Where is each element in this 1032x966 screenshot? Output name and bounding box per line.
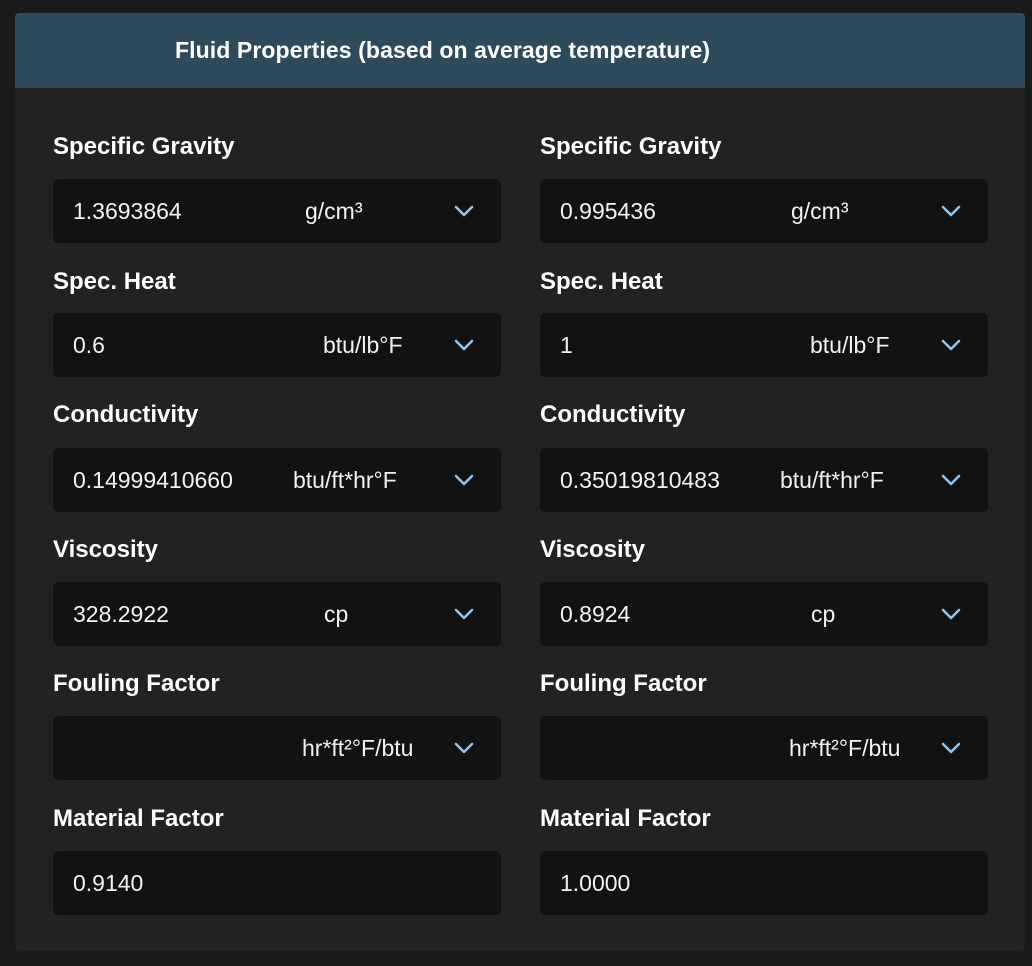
- material-factor-label: Material Factor: [53, 805, 224, 832]
- material-factor-label: Material Factor: [540, 805, 711, 832]
- spec-heat-label: Spec. Heat: [540, 268, 663, 295]
- viscosity-unit: cp: [324, 601, 349, 627]
- chevron-down-icon[interactable]: [453, 738, 475, 758]
- fouling-factor-field[interactable]: hr*ft²°F/btu: [540, 716, 988, 780]
- specific-gravity-value[interactable]: 1.3693864: [73, 179, 182, 243]
- viscosity-label: Viscosity: [540, 536, 645, 563]
- chevron-down-icon[interactable]: [940, 738, 962, 758]
- fouling-factor-label: Fouling Factor: [53, 670, 220, 697]
- spec-heat-unit: btu/lb°F: [810, 332, 890, 358]
- chevron-down-icon[interactable]: [940, 201, 962, 221]
- specific-gravity-label: Specific Gravity: [540, 133, 722, 160]
- specific-gravity-label: Specific Gravity: [53, 133, 235, 160]
- chevron-down-icon[interactable]: [940, 470, 962, 490]
- viscosity-field[interactable]: 0.8924 cp: [540, 582, 988, 646]
- chevron-down-icon[interactable]: [940, 604, 962, 624]
- specific-gravity-field[interactable]: 0.995436 g/cm³: [540, 179, 988, 243]
- viscosity-field[interactable]: 328.2922 cp: [53, 582, 501, 646]
- chevron-down-icon[interactable]: [453, 470, 475, 490]
- spec-heat-value[interactable]: 0.6: [73, 313, 105, 377]
- specific-gravity-unit: g/cm³: [305, 198, 363, 224]
- viscosity-unit: cp: [811, 601, 836, 627]
- spec-heat-label: Spec. Heat: [53, 268, 176, 295]
- conductivity-label: Conductivity: [540, 401, 686, 428]
- conductivity-unit: btu/ft*hr°F: [293, 467, 397, 493]
- material-factor-field[interactable]: 1.0000: [540, 851, 988, 915]
- conductivity-value[interactable]: 0.14999410660: [73, 448, 233, 512]
- material-factor-field[interactable]: 0.9140: [53, 851, 501, 915]
- viscosity-label: Viscosity: [53, 536, 158, 563]
- viscosity-value[interactable]: 0.8924: [560, 582, 630, 646]
- conductivity-value[interactable]: 0.35019810483: [560, 448, 720, 512]
- fluid-properties-panel: Fluid Properties (based on average tempe…: [15, 13, 1025, 951]
- material-factor-value[interactable]: 1.0000: [560, 851, 630, 915]
- panel-title: Fluid Properties (based on average tempe…: [175, 37, 711, 63]
- spec-heat-unit: btu/lb°F: [323, 332, 403, 358]
- fouling-factor-unit: hr*ft²°F/btu: [789, 735, 901, 761]
- chevron-down-icon[interactable]: [453, 335, 475, 355]
- conductivity-field[interactable]: 0.35019810483 btu/ft*hr°F: [540, 448, 988, 512]
- specific-gravity-value[interactable]: 0.995436: [560, 179, 656, 243]
- conductivity-label: Conductivity: [53, 401, 199, 428]
- conductivity-field[interactable]: 0.14999410660 btu/ft*hr°F: [53, 448, 501, 512]
- panel-header: Fluid Properties (based on average tempe…: [15, 13, 1025, 88]
- spec-heat-field[interactable]: 0.6 btu/lb°F: [53, 313, 501, 377]
- fouling-factor-unit: hr*ft²°F/btu: [302, 735, 414, 761]
- specific-gravity-unit: g/cm³: [791, 198, 849, 224]
- spec-heat-value[interactable]: 1: [560, 313, 573, 377]
- fouling-factor-field[interactable]: hr*ft²°F/btu: [53, 716, 501, 780]
- chevron-down-icon[interactable]: [453, 201, 475, 221]
- specific-gravity-field[interactable]: 1.3693864 g/cm³: [53, 179, 501, 243]
- chevron-down-icon[interactable]: [940, 335, 962, 355]
- fouling-factor-label: Fouling Factor: [540, 670, 707, 697]
- spec-heat-field[interactable]: 1 btu/lb°F: [540, 313, 988, 377]
- viscosity-value[interactable]: 328.2922: [73, 582, 169, 646]
- conductivity-unit: btu/ft*hr°F: [780, 467, 884, 493]
- chevron-down-icon[interactable]: [453, 604, 475, 624]
- material-factor-value[interactable]: 0.9140: [73, 851, 143, 915]
